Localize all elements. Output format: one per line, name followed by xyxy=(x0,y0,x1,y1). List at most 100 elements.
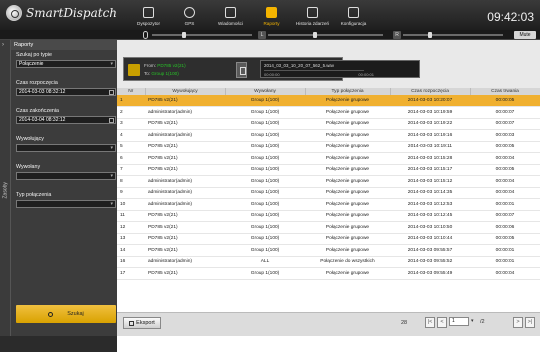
table-cell: Połączenie grupowe xyxy=(305,164,390,176)
table-row[interactable]: 8 administrator(admin) Group 1(100) Połącze… xyxy=(117,175,540,188)
table-row[interactable]: 17 PD785 v2(21) Group 1(100) Połączenie gru… xyxy=(117,267,540,280)
table-cell: Group 1(100) xyxy=(225,95,305,107)
table-cell: 2 xyxy=(117,106,145,119)
slider-knob[interactable] xyxy=(313,32,317,38)
table-row[interactable]: 5 PD785 v2(21) Group 1(100) Połączenie grup… xyxy=(117,141,540,153)
table-cell: Połączenie grupowe xyxy=(305,233,390,245)
table-cell: Group 1(100) xyxy=(225,198,305,211)
col-start-time[interactable]: Czas rozpoczęcia xyxy=(390,88,471,95)
table-row[interactable]: 4 administrator(admin) Group 1(100) Połącze… xyxy=(117,129,540,142)
table-cell: 2014-03-03 09:55:49 xyxy=(390,267,470,280)
table-row[interactable]: 11 PD785 v2(21) Group 1(100) Połączenie gru… xyxy=(117,210,540,222)
table-row[interactable]: 6 PD785 v2(21) Group 1(100) Połączenie grup… xyxy=(117,152,540,165)
reports-icon xyxy=(266,7,277,18)
slider-knob[interactable] xyxy=(428,32,432,38)
table-cell: Połączenie grupowe xyxy=(305,152,390,165)
table-row[interactable]: 9 administrator(admin) Group 1(100) Połącze… xyxy=(117,187,540,199)
page-input[interactable]: 1 xyxy=(449,317,469,326)
table-cell: 00:00:07 xyxy=(470,210,540,222)
col-caller[interactable]: Wywołujący xyxy=(145,88,226,95)
export-icon xyxy=(129,320,135,326)
table-cell: PD785 v2(21) xyxy=(145,95,225,107)
chevron-down-icon[interactable]: ▾ xyxy=(471,318,474,324)
table-cell: Group 1(100) xyxy=(225,233,305,245)
table-row[interactable]: 16 administrator(admin) ALL Połączenie do w… xyxy=(117,256,540,268)
table-row[interactable]: 12 PD785 v2(21) Group 1(100) Połączenie gru… xyxy=(117,221,540,234)
first-page-button[interactable]: |< xyxy=(425,317,435,328)
callee-select[interactable]: ▾ xyxy=(16,172,116,180)
search-button[interactable]: Szukaj xyxy=(16,305,116,323)
table-cell: Group 1(100) xyxy=(225,118,305,130)
table-row[interactable]: 14 PD785 v2(21) Group 1(100) Połączenie gru… xyxy=(117,244,540,257)
playback-time-start: 00:00:00 xyxy=(264,72,280,77)
slider-knob[interactable] xyxy=(182,32,186,38)
table-cell: Group 1(100) xyxy=(225,267,305,280)
nav-reports[interactable]: Raporty xyxy=(251,2,292,28)
call-type-select[interactable]: ▾ xyxy=(16,200,116,208)
left-speaker-icon[interactable]: L xyxy=(258,31,266,39)
download-recording-button[interactable] xyxy=(236,62,247,78)
table-cell: 3 xyxy=(117,118,145,130)
export-label: Eksport xyxy=(136,320,155,326)
nav-messages[interactable]: Wiadomości xyxy=(210,2,251,28)
calendar-icon[interactable] xyxy=(109,89,114,95)
playback-progress[interactable] xyxy=(264,70,364,71)
right-volume-slider[interactable] xyxy=(403,32,503,38)
mute-button[interactable]: Mute xyxy=(514,31,536,39)
prev-page-button[interactable]: < xyxy=(437,317,447,328)
table-cell: Group 1(100) xyxy=(225,141,305,153)
expand-arrow-icon[interactable]: › xyxy=(2,42,4,48)
table-cell: 2014-03-03 10:12:53 xyxy=(390,198,470,211)
table-row[interactable]: 10 administrator(admin) Group 1(100) Połącz… xyxy=(117,198,540,211)
col-duration[interactable]: Czas trwania xyxy=(470,88,540,95)
table-cell: 2014-03-03 10:20:07 xyxy=(390,95,470,107)
table-row[interactable]: 2 administrator(admin) Group 1(100) Połącze… xyxy=(117,106,540,119)
table-header: Nr Wywołujący Wywołany Typ połączenia Cz… xyxy=(117,88,540,95)
table-row[interactable]: 3 PD785 v2(21) Group 1(100) Połączenie grup… xyxy=(117,118,540,130)
end-time-field[interactable]: 2014-03-04 08:32:12 xyxy=(16,116,116,124)
table-row[interactable]: 1 PD785 v2(21) Group 1(100) Połączenie grup… xyxy=(117,95,540,107)
next-page-button[interactable]: > xyxy=(513,317,523,328)
table-row[interactable]: 7 PD785 v2(21) Group 1(100) Połączenie grup… xyxy=(117,164,540,176)
nav-gps[interactable]: GPS xyxy=(169,2,210,28)
volume-bar: L R Mute xyxy=(0,30,540,40)
table-cell: 2014-03-03 10:19:11 xyxy=(390,141,470,153)
table-cell: Group 1(100) xyxy=(225,210,305,222)
table-cell: Połączenie grupowe xyxy=(305,244,390,257)
col-nr[interactable]: Nr xyxy=(117,88,146,95)
table-cell: Połączenie grupowe xyxy=(305,118,390,130)
table-cell: 2014-03-03 09:55:57 xyxy=(390,244,470,257)
table-cell: administrator(admin) xyxy=(145,198,225,211)
from-value: PD785 v2(21) xyxy=(157,63,186,68)
end-time-value: 2014-03-04 08:32:12 xyxy=(19,117,66,123)
audio-player[interactable]: 2014_03_03_10_20_07_562_5.wav 00:00:00 0… xyxy=(260,60,420,78)
clock: 09:42:03 xyxy=(487,10,534,24)
export-button[interactable]: Eksport xyxy=(123,317,161,329)
start-time-field[interactable]: 2014-03-03 08:32:12 xyxy=(16,88,116,96)
calendar-icon[interactable] xyxy=(109,117,114,123)
resources-strip[interactable]: › Zasoby xyxy=(0,40,11,336)
table-cell: 00:00:04 xyxy=(470,267,540,280)
left-volume-slider[interactable] xyxy=(268,32,383,38)
mic-volume-slider[interactable] xyxy=(152,32,252,38)
table-cell: PD785 v2(21) xyxy=(145,210,225,222)
nav-dispatcher[interactable]: Dyspozytor xyxy=(128,2,169,28)
nav-configuration[interactable]: Konfiguracja xyxy=(333,2,374,28)
microphone-icon xyxy=(143,31,148,39)
table-cell: PD785 v2(21) xyxy=(145,118,225,130)
chevron-down-icon: ▾ xyxy=(110,61,113,67)
nav-history[interactable]: Historia zdarzeń xyxy=(292,2,333,28)
last-page-button[interactable]: >| xyxy=(525,317,535,328)
call-to: To: Group 1(100) xyxy=(144,71,179,76)
start-time-value: 2014-03-03 08:32:12 xyxy=(19,89,66,95)
col-call-type[interactable]: Typ połączenia xyxy=(305,88,391,95)
table-cell: 8 xyxy=(117,175,145,188)
right-speaker-icon[interactable]: R xyxy=(393,31,401,39)
col-callee[interactable]: Wywołany xyxy=(225,88,306,95)
table-cell: 00:00:04 xyxy=(470,152,540,165)
table-cell: 2014-03-03 10:19:22 xyxy=(390,118,470,130)
table-row[interactable]: 13 PD785 v2(21) Group 1(100) Połączenie gru… xyxy=(117,233,540,245)
search-type-select[interactable]: Połączenie ▾ xyxy=(16,60,116,68)
table-cell: 11 xyxy=(117,210,145,222)
caller-select[interactable]: ▾ xyxy=(16,144,116,152)
